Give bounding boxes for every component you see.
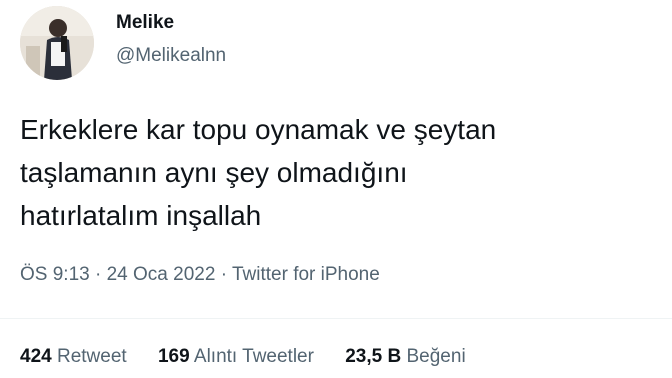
tweet-source-link[interactable]: Twitter for iPhone <box>232 264 380 285</box>
tweet-meta: ÖS 9:13 · 24 Oca 2022 · Twitter for iPho… <box>20 264 380 286</box>
user-handle[interactable]: @Melikealnn <box>116 45 226 67</box>
divider <box>0 318 672 319</box>
retweets-label: Retweet <box>51 346 127 367</box>
quotes-label: Alıntı Tweetler <box>189 346 314 367</box>
tweet-time-link[interactable]: ÖS 9:13 <box>20 264 90 285</box>
tweet-stats: 424 Retweet 169 Alıntı Tweetler 23,5 B B… <box>20 346 492 368</box>
meta-separator: · <box>215 264 232 285</box>
meta-separator: · <box>89 264 107 285</box>
tweet-date-link[interactable]: 24 Oca 2022 <box>107 264 216 285</box>
quotes-count: 169 <box>157 346 190 367</box>
retweets-stat[interactable]: 424 Retweet <box>20 346 127 367</box>
tweet-text: Erkeklere kar topu oynamak ve şeytan taş… <box>20 108 660 237</box>
tweet-card: Melike @Melikealnn Erkeklere kar topu oy… <box>0 0 672 378</box>
tweet-text-line: taşlamanın aynı şey olmadığını <box>20 157 408 188</box>
likes-count: 23,5 B <box>345 346 402 367</box>
avatar[interactable] <box>20 6 94 80</box>
avatar-image <box>20 6 94 80</box>
quotes-stat[interactable]: 169 Alıntı Tweetler <box>158 346 314 367</box>
display-name[interactable]: Melike <box>116 12 174 34</box>
tweet-text-line: hatırlatalım inşallah <box>20 200 262 231</box>
retweets-count: 424 <box>20 346 52 367</box>
tweet-text-line: Erkeklere kar topu oynamak ve şeytan <box>20 114 497 145</box>
likes-stat[interactable]: 23,5 B Beğeni <box>345 346 465 367</box>
likes-label: Beğeni <box>401 346 466 367</box>
